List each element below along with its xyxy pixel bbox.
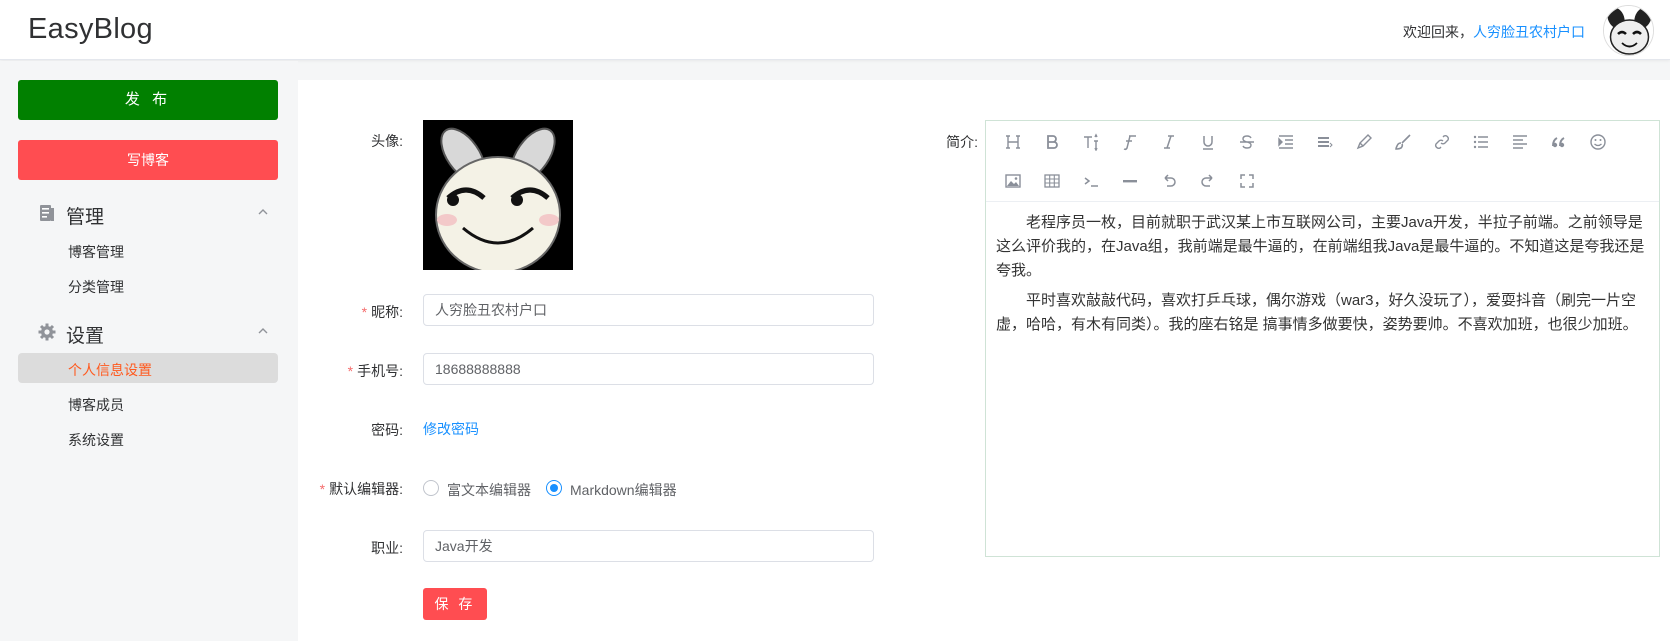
job-label: 职业: bbox=[371, 540, 403, 556]
undo-icon[interactable] bbox=[1154, 166, 1184, 196]
divider-icon[interactable] bbox=[1115, 166, 1145, 196]
phone-label: * 手机号: bbox=[347, 363, 403, 379]
main-panel: 头像: *昵称: *手机号: 密码: 修改密码 *默认编辑器: bbox=[298, 80, 1670, 641]
image-icon[interactable] bbox=[998, 166, 1028, 196]
code-icon[interactable] bbox=[1076, 166, 1106, 196]
table-icon[interactable] bbox=[1037, 166, 1067, 196]
profile-avatar[interactable] bbox=[423, 120, 573, 270]
align-icon[interactable] bbox=[1310, 127, 1340, 157]
radio-circle[interactable] bbox=[423, 480, 439, 496]
phone-label-text: 手机号: bbox=[357, 363, 403, 379]
font-icon[interactable] bbox=[1115, 127, 1145, 157]
default-editor-label: * 默认编辑器: bbox=[319, 481, 403, 497]
intro-editor[interactable]: 老程序员一枚，目前就职于武汉某上市互联网公司，主要Java开发，半拉子前端。之前… bbox=[985, 120, 1660, 557]
heading-icon[interactable] bbox=[998, 127, 1028, 157]
brush-icon[interactable] bbox=[1388, 127, 1418, 157]
intro-paragraph: 老程序员一枚，目前就职于武汉某上市互联网公司，主要Java开发，半拉子前端。之前… bbox=[996, 214, 1645, 279]
change-password-link[interactable]: 修改密码 bbox=[423, 419, 479, 439]
italic-icon[interactable] bbox=[1154, 127, 1184, 157]
nickname-label-text: 昵称: bbox=[371, 304, 403, 320]
intro-paragraph: 平时喜欢敲敲代码，喜欢打乒乓球，偶尔游戏（war3，好久没玩了），爱耍抖音（刷完… bbox=[996, 292, 1638, 333]
redo-icon[interactable] bbox=[1193, 166, 1223, 196]
pen-icon[interactable] bbox=[1349, 127, 1379, 157]
default-editor-label-text: 默认编辑器: bbox=[329, 481, 403, 497]
phone-input[interactable] bbox=[423, 353, 874, 385]
list-icon[interactable] bbox=[1466, 127, 1496, 157]
quote-icon[interactable] bbox=[1544, 127, 1574, 157]
radio-label: Markdown编辑器 bbox=[570, 482, 677, 498]
strikethrough-icon[interactable] bbox=[1232, 127, 1262, 157]
text-size-icon[interactable] bbox=[1076, 127, 1106, 157]
job-input[interactable] bbox=[423, 530, 874, 562]
nickname-input[interactable] bbox=[423, 294, 874, 326]
justify-icon[interactable] bbox=[1505, 127, 1535, 157]
fullscreen-icon[interactable] bbox=[1232, 166, 1262, 196]
underline-icon[interactable] bbox=[1193, 127, 1223, 157]
indent-icon[interactable] bbox=[1271, 127, 1301, 157]
link-icon[interactable] bbox=[1427, 127, 1457, 157]
password-label: 密码: bbox=[371, 422, 403, 438]
editor-content[interactable]: 老程序员一枚，目前就职于武汉某上市互联网公司，主要Java开发，半拉子前端。之前… bbox=[996, 211, 1651, 343]
radio-circle[interactable] bbox=[546, 480, 562, 496]
avatar-label: 头像: bbox=[371, 133, 403, 149]
intro-label: 简介: bbox=[946, 134, 978, 150]
bold-icon[interactable] bbox=[1037, 127, 1067, 157]
emoji-icon[interactable] bbox=[1583, 127, 1613, 157]
save-button[interactable]: 保 存 bbox=[423, 588, 487, 620]
radio-label: 富文本编辑器 bbox=[447, 482, 531, 498]
nickname-label: * 昵称: bbox=[361, 304, 403, 320]
editor-toolbar bbox=[986, 121, 1659, 202]
